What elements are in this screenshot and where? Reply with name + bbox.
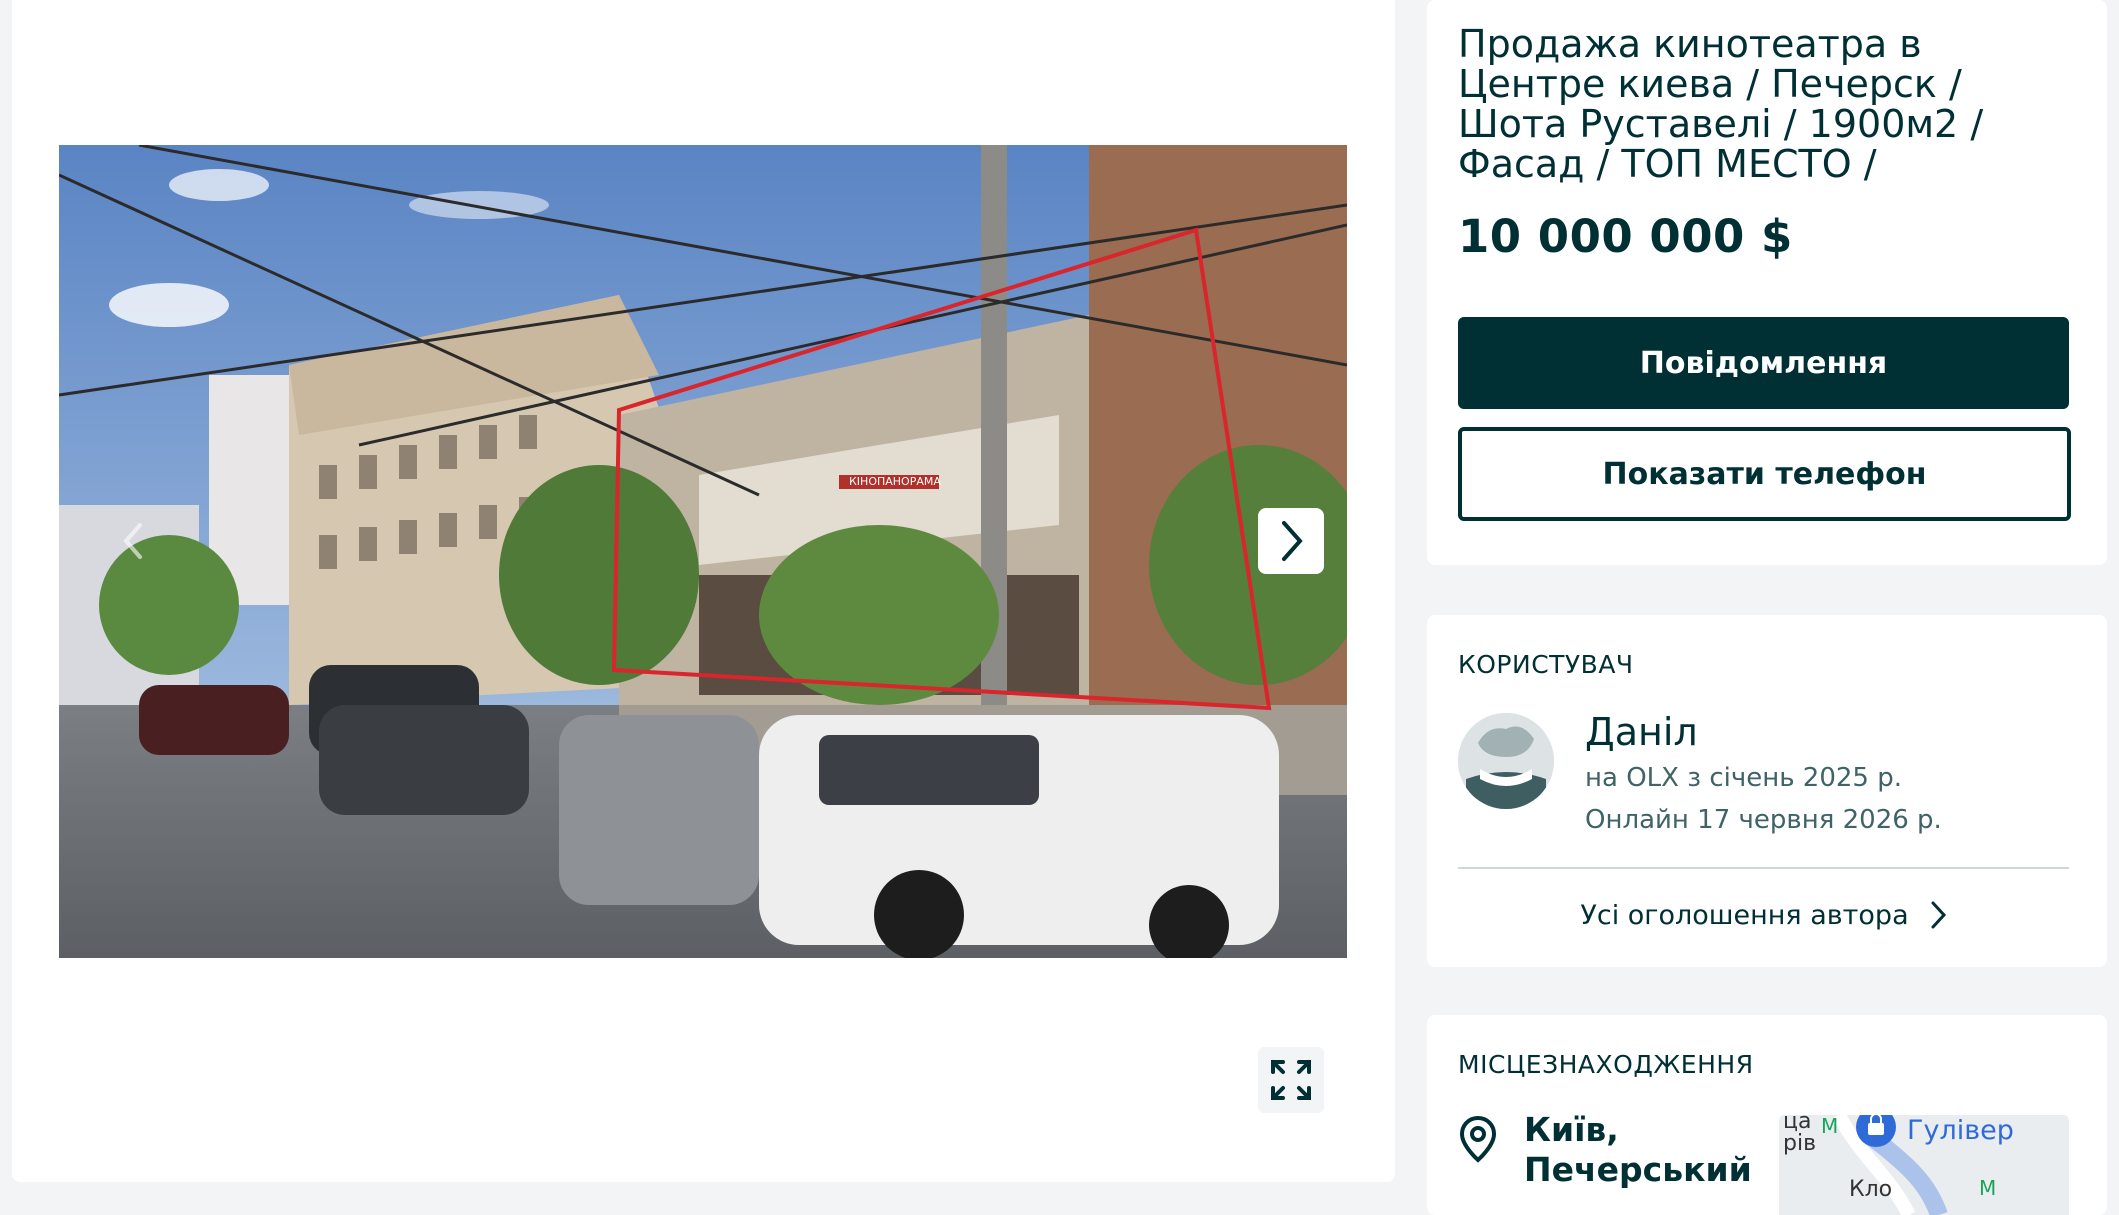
location-card: МІСЦЕЗНАХОДЖЕННЯ Київ, Печерський M M Гу… xyxy=(1427,1015,2107,1215)
user-section-label: КОРИСТУВАЧ xyxy=(1458,650,1634,679)
default-avatar-icon xyxy=(1458,713,1554,809)
divider xyxy=(1458,867,2069,869)
location-district: Печерський xyxy=(1524,1150,1752,1189)
user-card: КОРИСТУВАЧ Даніл на OLX з січень 2025 р.… xyxy=(1427,615,2107,967)
all-author-ads-label: Усі оголошення автора xyxy=(1580,899,1909,931)
show-phone-button[interactable]: Показати телефон xyxy=(1458,427,2071,521)
map-partial-label-3: Кло xyxy=(1849,1177,1893,1202)
user-member-since: на OLX з січень 2025 р. xyxy=(1585,763,1902,793)
location-city: Київ, Печерський xyxy=(1524,1110,1752,1190)
gallery-prev-button[interactable] xyxy=(100,508,166,574)
listing-photo[interactable]: КІНОПАНОРАМА xyxy=(59,145,1347,958)
gallery-next-button[interactable] xyxy=(1258,508,1324,574)
location-section-label: МІСЦЕЗНАХОДЖЕННЯ xyxy=(1458,1050,1754,1079)
svg-text:M: M xyxy=(1979,1176,1996,1200)
map-partial-label-2: рів xyxy=(1783,1131,1817,1156)
svg-text:M: M xyxy=(1821,1115,1838,1138)
location-city-name: Київ, xyxy=(1524,1110,1619,1149)
listing-price: 10 000 000 $ xyxy=(1458,210,1793,263)
map-poi-label: Гулівер xyxy=(1907,1115,2014,1146)
message-button[interactable]: Повідомлення xyxy=(1458,317,2069,409)
shop-sign-text: КІНОПАНОРАМА xyxy=(849,475,941,488)
chevron-left-icon xyxy=(123,523,142,559)
fullscreen-button[interactable] xyxy=(1258,1047,1324,1113)
listing-title: Продажа кинотеатра в Центре киева / Пече… xyxy=(1458,22,1984,186)
chevron-right-icon xyxy=(1931,901,1946,929)
avatar xyxy=(1458,713,1554,809)
user-name[interactable]: Даніл xyxy=(1585,710,1698,754)
gallery-panel: КІНОПАНОРАМА xyxy=(12,0,1395,1182)
listing-summary-card: Продажа кинотеатра в Центре киева / Пече… xyxy=(1427,0,2107,565)
user-last-online: Онлайн 17 червня 2026 р. xyxy=(1585,805,1942,835)
chevron-right-icon xyxy=(1282,521,1303,561)
expand-icon xyxy=(1271,1060,1311,1100)
location-map[interactable]: M M Гулівер ца рів Кло xyxy=(1779,1115,2069,1215)
location-pin-icon xyxy=(1459,1115,1497,1163)
street-photo-illustration: КІНОПАНОРАМА xyxy=(59,145,1347,958)
all-author-ads-link[interactable]: Усі оголошення автора xyxy=(1458,885,2069,945)
